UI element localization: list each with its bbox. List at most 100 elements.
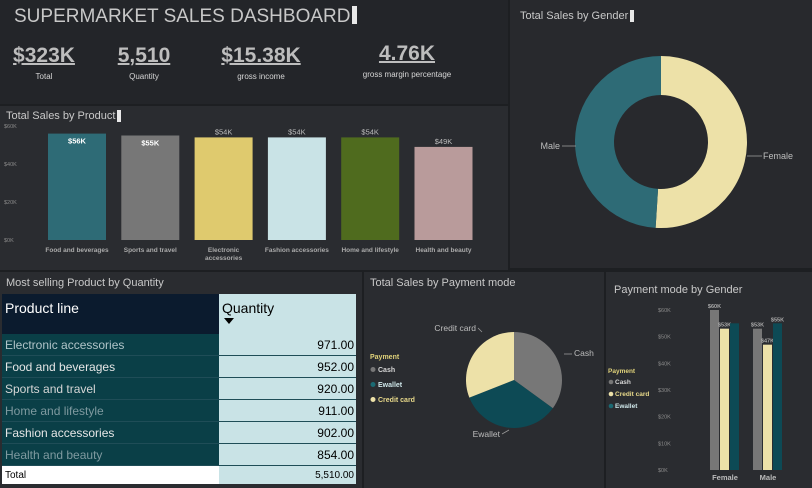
table-row: Fashion accessories 902.00 xyxy=(2,421,356,444)
legend-title: Payment xyxy=(370,354,400,361)
bar xyxy=(267,137,326,240)
data-label: $47K xyxy=(761,339,774,345)
gender-donut-chart[interactable]: Female Male xyxy=(510,30,812,266)
data-label: $53K xyxy=(718,323,731,329)
bar xyxy=(730,323,739,470)
table-header-row: Product line Quantity xyxy=(2,294,356,334)
kpi-gross-income-label: gross income xyxy=(237,72,285,81)
bar xyxy=(414,146,473,240)
x-tick-label: Sports and travel xyxy=(124,247,177,254)
quantity-table-title: Most selling Product by Quantity xyxy=(6,277,164,289)
kpi-total: $323K Total xyxy=(8,44,80,81)
x-tick-label: Health and beauty xyxy=(416,247,472,254)
bar xyxy=(720,328,729,470)
y-tick-label: $30K xyxy=(658,388,671,394)
kpi-gross-margin: 4.76K gross margin percentage xyxy=(350,42,464,79)
column-header-quantity[interactable]: Quantity xyxy=(219,294,356,334)
donut-slice xyxy=(655,56,748,228)
product-bar-chart[interactable]: $0K $20K $40K $60K $56K Food and beverages $55… xyxy=(0,116,508,270)
column-header-product[interactable]: Product line xyxy=(2,294,219,334)
table-row: Home and lifestyle 911.00 xyxy=(2,399,356,422)
cell-product: Sports and travel xyxy=(2,377,219,400)
text-cursor-icon xyxy=(630,10,635,22)
sort-descending-icon[interactable] xyxy=(224,318,234,324)
quantity-table[interactable]: Product line Quantity Electronic accesso… xyxy=(2,294,356,484)
cell-quantity: 902.00 xyxy=(219,421,356,444)
x-tick-label: Electronic accessories xyxy=(205,247,243,262)
bar xyxy=(753,328,762,470)
kpi-gross-income: $15.38K gross income xyxy=(210,44,312,81)
data-label: $55K xyxy=(771,317,784,323)
cell-quantity: 920.00 xyxy=(219,377,356,400)
column-header-quantity-label: Quantity xyxy=(222,300,275,316)
slice-label: Female xyxy=(763,151,793,161)
cell-quantity: 854.00 xyxy=(219,443,356,466)
legend-marker xyxy=(370,382,376,387)
y-tick-label: $10K xyxy=(658,441,671,447)
y-tick-label: $20K xyxy=(658,415,671,421)
bar xyxy=(341,137,400,240)
y-tick-label: $20K xyxy=(4,200,17,206)
legend-item: Ewallet xyxy=(378,382,403,389)
y-tick-label: $60K xyxy=(658,308,671,314)
table-row: Sports and travel 920.00 xyxy=(2,377,356,400)
legend-marker xyxy=(370,367,376,372)
total-value: 5,510.00 xyxy=(219,465,356,484)
slice-label: Ewallet xyxy=(473,429,501,439)
kpi-gross-income-value: $15.38K xyxy=(221,44,301,67)
bar xyxy=(773,323,782,470)
payment-chart-title: Total Sales by Payment mode xyxy=(370,277,516,289)
kpi-quantity: 5,510 Quantity xyxy=(108,44,180,81)
table-row: Food and beverages 952.00 xyxy=(2,355,356,378)
leader-line xyxy=(477,327,483,333)
cell-product: Electronic accessories xyxy=(2,334,219,356)
x-tick-label: Male xyxy=(760,473,777,482)
kpi-quantity-value: 5,510 xyxy=(117,44,171,67)
kpi-total-value: $323K xyxy=(13,44,75,67)
bar xyxy=(763,344,772,470)
y-tick-label: $0K xyxy=(658,468,668,474)
x-tick-label: Female xyxy=(712,473,738,482)
kpi-total-label: Total xyxy=(35,72,53,81)
cell-product: Food and beverages xyxy=(2,355,219,378)
dashboard-title-text: SUPERMARKET SALES DASHBOARD xyxy=(14,6,351,27)
table-row: Electronic accessories 971.00 xyxy=(2,334,356,356)
payment-gender-bar-chart[interactable]: $0K $10K $20K $30K $40K $50K $60K $60K $53K Femal… xyxy=(606,296,812,488)
cell-product: Health and beauty xyxy=(2,443,219,466)
cell-product: Fashion accessories xyxy=(2,421,219,444)
data-label: $60K xyxy=(708,304,721,310)
y-tick-label: $50K xyxy=(658,335,671,341)
gender-chart-title-text: Total Sales by Gender xyxy=(520,10,629,22)
legend-marker xyxy=(608,391,614,397)
cell-quantity: 911.00 xyxy=(219,399,356,422)
legend-title: Payment xyxy=(608,368,636,375)
legend-marker xyxy=(608,379,614,385)
cell-product: Home and lifestyle xyxy=(2,399,219,422)
legend-marker xyxy=(370,397,376,402)
slice-label: Credit card xyxy=(434,323,476,333)
payment-pie-chart[interactable]: Cash Ewallet Credit card Payment Cash Ewallet… xyxy=(364,292,604,488)
dashboard-title: SUPERMARKET SALES DASHBOARD xyxy=(14,6,358,28)
bar xyxy=(194,137,253,240)
leader-line xyxy=(501,429,510,435)
legend-marker xyxy=(608,403,614,409)
data-label: $56K xyxy=(68,137,87,146)
x-tick-label: Food and beverages xyxy=(45,247,109,254)
slice-label: Male xyxy=(540,141,560,151)
data-label: $54K xyxy=(215,127,233,136)
data-label: $54K xyxy=(288,127,306,136)
y-tick-label: $40K xyxy=(658,361,671,367)
x-tick-label: Home and lifestyle xyxy=(341,247,399,254)
total-label: Total xyxy=(2,465,219,484)
data-label: $49K xyxy=(435,137,453,146)
legend-item: Credit card xyxy=(378,397,415,404)
table-row: Health and beauty 854.00 xyxy=(2,443,356,466)
bar xyxy=(121,135,180,240)
bar xyxy=(48,133,106,240)
gender-chart-title: Total Sales by Gender xyxy=(520,10,635,22)
paygender-chart-title: Payment mode by Gender xyxy=(614,284,743,296)
cell-quantity: 952.00 xyxy=(219,355,356,378)
y-tick-label: $0K xyxy=(4,238,14,244)
cell-quantity: 971.00 xyxy=(219,334,356,356)
kpi-gross-margin-value: 4.76K xyxy=(378,42,436,65)
